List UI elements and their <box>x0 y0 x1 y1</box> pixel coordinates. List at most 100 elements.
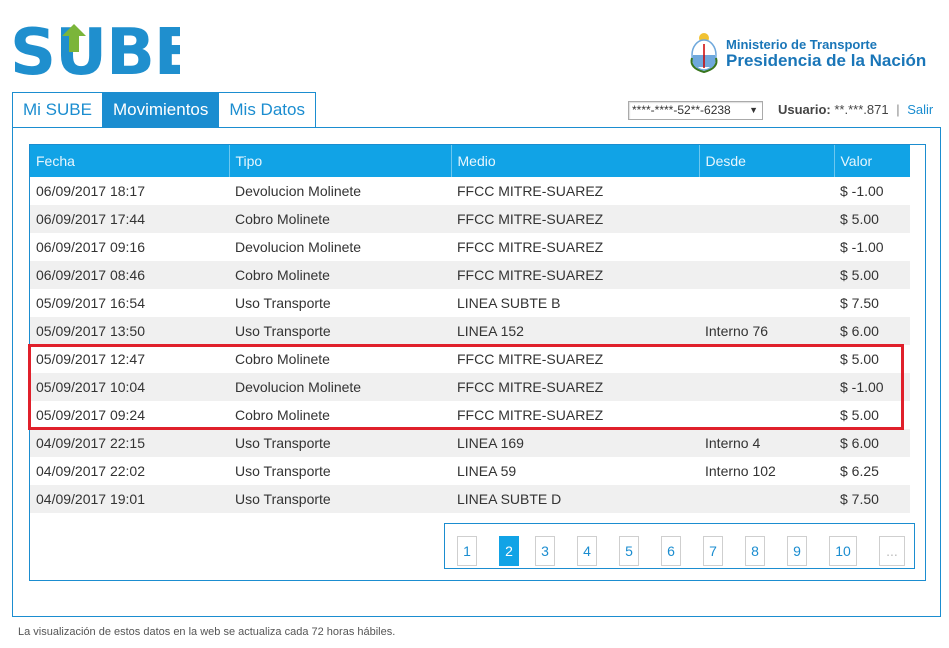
table-row: 04/09/2017 22:15 Uso Transporte LINEA 169 I… <box>30 429 910 457</box>
main-tabs: Mi SUBE Movimientos Mis Datos <box>12 92 316 127</box>
sube-logo-graphic: SUBE <box>10 16 198 90</box>
cell-medio: LINEA 152 <box>451 317 699 345</box>
column-header-tipo[interactable]: Tipo <box>229 145 452 177</box>
page-ellipsis[interactable]: ... <box>879 536 905 566</box>
cell-medio: FFCC MITRE-SUAREZ <box>451 205 699 233</box>
cell-valor: $ -1.00 <box>834 373 910 401</box>
user-area: Usuario: **.***.871 | Salir <box>778 101 933 118</box>
column-header-medio[interactable]: Medio <box>451 145 700 177</box>
cell-desde <box>699 289 834 317</box>
column-header-desde[interactable]: Desde <box>699 145 835 177</box>
page-1[interactable]: 1 <box>457 536 477 566</box>
table-row: 06/09/2017 18:17 Devolucion Molinete FFCC … <box>30 177 910 205</box>
cell-tipo: Uso Transporte <box>229 457 451 485</box>
cell-tipo: Devolucion Molinete <box>229 233 451 261</box>
cell-medio: FFCC MITRE-SUAREZ <box>451 345 699 373</box>
page-10[interactable]: 10 <box>829 536 857 566</box>
cell-tipo: Uso Transporte <box>229 317 451 345</box>
tab-mi-sube[interactable]: Mi SUBE <box>12 92 103 127</box>
table-row: 06/09/2017 17:44 Cobro Molinete FFCC MITRE… <box>30 205 910 233</box>
page-7[interactable]: 7 <box>703 536 723 566</box>
ministry-presidency: Presidencia de la Nación <box>726 51 927 70</box>
table-row: 05/09/2017 12:47 Cobro Molinete FFCC MITRE… <box>30 345 910 373</box>
cell-fecha: 05/09/2017 16:54 <box>30 289 229 317</box>
page-3[interactable]: 3 <box>535 536 555 566</box>
cell-medio: FFCC MITRE-SUAREZ <box>451 373 699 401</box>
cell-valor: $ 6.00 <box>834 317 910 345</box>
chevron-down-icon: ▼ <box>749 105 758 115</box>
card-select-value: ****-****-52**-6238 <box>632 103 731 117</box>
cell-fecha: 04/09/2017 22:15 <box>30 429 229 457</box>
table-row: 04/09/2017 22:02 Uso Transporte LINEA 59 In… <box>30 457 910 485</box>
cell-medio: LINEA SUBTE D <box>451 485 699 513</box>
user-separator: | <box>896 102 900 117</box>
sube-logo: SUBE <box>10 6 198 90</box>
table-header-row: Fecha Tipo Medio Desde Valor <box>30 145 910 177</box>
cell-desde <box>699 373 834 401</box>
cell-tipo: Uso Transporte <box>229 429 451 457</box>
table-row: 05/09/2017 09:24 Cobro Molinete FFCC MITRE… <box>30 401 910 429</box>
cell-valor: $ -1.00 <box>834 233 910 261</box>
cell-desde <box>699 345 834 373</box>
page-5[interactable]: 5 <box>619 536 639 566</box>
cell-desde <box>699 177 834 205</box>
user-label: Usuario: <box>778 102 831 117</box>
cell-medio: LINEA 169 <box>451 429 699 457</box>
pagination: 1 2 3 4 5 6 7 8 9 10... <box>444 523 915 569</box>
table-row: 05/09/2017 10:04 Devolucion Molinete FFCC … <box>30 373 910 401</box>
page-4[interactable]: 4 <box>577 536 597 566</box>
cell-desde <box>699 401 834 429</box>
table-row: 06/09/2017 09:16 Devolucion Molinete FFCC … <box>30 233 910 261</box>
cell-valor: $ 5.00 <box>834 345 910 373</box>
page-8[interactable]: 8 <box>745 536 765 566</box>
cell-fecha: 05/09/2017 13:50 <box>30 317 229 345</box>
cell-valor: $ 6.25 <box>834 457 910 485</box>
user-id: **.***.871 <box>834 102 889 117</box>
cell-desde: Interno 76 <box>699 317 834 345</box>
cell-fecha: 06/09/2017 18:17 <box>30 177 229 205</box>
update-footnote: La visualización de estos datos en la we… <box>18 626 396 638</box>
column-header-valor[interactable]: Valor <box>834 145 910 177</box>
cell-tipo: Cobro Molinete <box>229 401 451 429</box>
national-crest-icon <box>690 33 718 74</box>
movements-table: Fecha Tipo Medio Desde Valor 06/09/2017 … <box>30 145 910 513</box>
cell-tipo: Devolucion Molinete <box>229 373 451 401</box>
cell-tipo: Devolucion Molinete <box>229 177 451 205</box>
cell-valor: $ 5.00 <box>834 401 910 429</box>
cell-fecha: 04/09/2017 22:02 <box>30 457 229 485</box>
table-row: 05/09/2017 13:50 Uso Transporte LINEA 152 I… <box>30 317 910 345</box>
cell-valor: $ 5.00 <box>834 261 910 289</box>
cell-medio: FFCC MITRE-SUAREZ <box>451 261 699 289</box>
cell-tipo: Cobro Molinete <box>229 345 451 373</box>
cell-desde <box>699 233 834 261</box>
cell-medio: FFCC MITRE-SUAREZ <box>451 233 699 261</box>
cell-valor: $ -1.00 <box>834 177 910 205</box>
movements-container: Fecha Tipo Medio Desde Valor 06/09/2017 … <box>29 144 926 581</box>
ministry-name: Ministerio de Transporte <box>726 37 877 52</box>
cell-valor: $ 5.00 <box>834 205 910 233</box>
tab-movimientos[interactable]: Movimientos <box>102 92 220 127</box>
card-select[interactable]: ****-****-52**-6238 ▼ <box>628 101 763 120</box>
page-2[interactable]: 2 <box>499 536 519 566</box>
cell-fecha: 06/09/2017 09:16 <box>30 233 229 261</box>
logo-text: SUBE <box>10 16 180 82</box>
movements-panel: Fecha Tipo Medio Desde Valor 06/09/2017 … <box>12 127 941 617</box>
tab-mis-datos[interactable]: Mis Datos <box>219 92 316 127</box>
cell-valor: $ 7.50 <box>834 485 910 513</box>
cell-fecha: 06/09/2017 08:46 <box>30 261 229 289</box>
cell-desde <box>699 205 834 233</box>
table-row: 05/09/2017 16:54 Uso Transporte LINEA SUBT… <box>30 289 910 317</box>
table-row: 06/09/2017 08:46 Cobro Molinete FFCC MITRE… <box>30 261 910 289</box>
page-6[interactable]: 6 <box>661 536 681 566</box>
cell-fecha: 05/09/2017 10:04 <box>30 373 229 401</box>
logout-link[interactable]: Salir <box>907 102 933 117</box>
cell-medio: LINEA SUBTE B <box>451 289 699 317</box>
cell-valor: $ 7.50 <box>834 289 910 317</box>
table-row: 04/09/2017 19:01 Uso Transporte LINEA SUBT… <box>30 485 910 513</box>
cell-fecha: 04/09/2017 19:01 <box>30 485 229 513</box>
column-header-fecha[interactable]: Fecha <box>30 145 230 177</box>
cell-medio: FFCC MITRE-SUAREZ <box>451 401 699 429</box>
cell-desde <box>699 485 834 513</box>
cell-desde <box>699 261 834 289</box>
page-9[interactable]: 9 <box>787 536 807 566</box>
